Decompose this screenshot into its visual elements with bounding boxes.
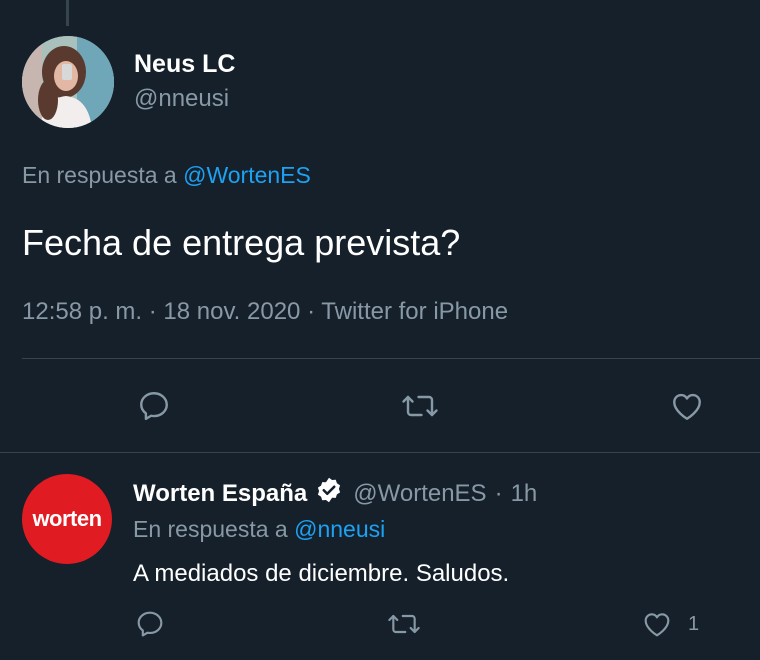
reply-context: En respuesta a @nneusi <box>133 516 385 543</box>
meta-separator: · <box>494 479 503 507</box>
like-button[interactable] <box>668 388 706 424</box>
reply-icon <box>137 611 163 637</box>
reply-context-label: En respuesta a <box>22 162 177 188</box>
author-display-name[interactable]: Neus LC <box>134 49 235 79</box>
reply-context-mention-link[interactable]: @WortenES <box>183 162 311 188</box>
tweet-text: Fecha de entrega prevista? <box>22 222 461 263</box>
tweet-meta[interactable]: 12:58 p. m. · 18 nov. 2020 · Twitter for… <box>22 298 508 326</box>
author-names: Neus LC @nneusi <box>134 49 235 115</box>
reply-context-label: En respuesta a <box>133 516 288 542</box>
avatar[interactable] <box>22 36 114 128</box>
reply-timestamp[interactable]: 1h <box>511 480 538 508</box>
reply-context: En respuesta a @WortenES <box>22 162 311 189</box>
thread-connector-line <box>66 0 69 26</box>
verified-badge-icon <box>315 476 343 511</box>
retweet-icon <box>402 395 438 417</box>
reply-header: Worten España @WortenES · 1h <box>133 476 537 511</box>
like-icon <box>673 393 701 420</box>
divider <box>0 452 760 453</box>
worten-logo-text: worten <box>32 506 102 531</box>
reply-button[interactable] <box>134 608 166 640</box>
reply-context-mention-link[interactable]: @nneusi <box>294 516 385 542</box>
retweet-icon <box>388 614 420 634</box>
author-handle[interactable]: @nneusi <box>134 83 235 115</box>
like-count: 1 <box>688 612 700 635</box>
reply-author-handle[interactable]: @WortenES <box>353 480 486 508</box>
like-button[interactable]: 1 <box>640 608 699 640</box>
like-icon <box>644 613 670 637</box>
worten-avatar[interactable]: worten <box>22 474 112 564</box>
reply-icon <box>140 392 168 421</box>
retweet-button[interactable] <box>386 608 422 640</box>
reply-author-name[interactable]: Worten España <box>133 480 307 508</box>
reply-button[interactable] <box>136 388 172 424</box>
avatar-image <box>22 36 114 128</box>
divider <box>22 358 760 359</box>
reply-text: A mediados de diciembre. Saludos. <box>133 560 510 587</box>
author-row: Neus LC @nneusi <box>22 36 760 128</box>
retweet-button[interactable] <box>400 388 440 424</box>
main-tweet: Neus LC @nneusi <box>22 36 760 128</box>
